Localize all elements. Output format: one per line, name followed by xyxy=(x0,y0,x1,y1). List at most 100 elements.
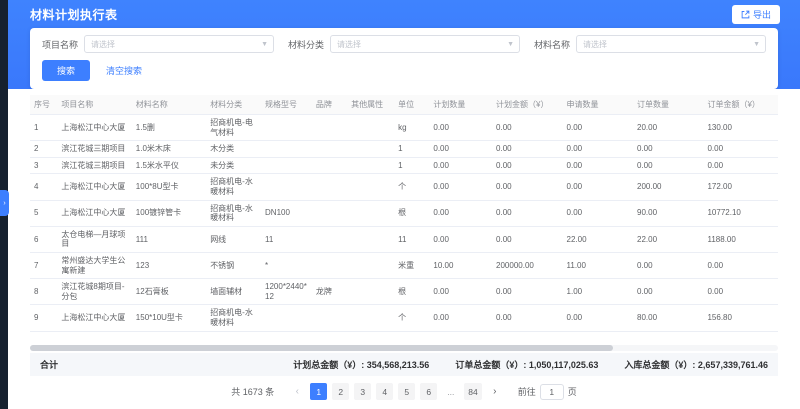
table-row[interactable]: 3滨江花城三期项目1.5米水平仪未分类10.000.000.000.000.00 xyxy=(30,157,778,174)
table-cell xyxy=(312,157,347,174)
table-cell xyxy=(312,141,347,158)
table-cell xyxy=(261,115,312,141)
table-row[interactable]: 8滨江花城8期项目-分包12石膏板墙面辅材1200*2440*12龙牌根0.00… xyxy=(30,279,778,305)
project-name-label: 项目名称 xyxy=(42,38,78,51)
table-cell: 上海松江中心大厦 xyxy=(57,200,131,226)
chevron-right-icon: › xyxy=(3,200,5,207)
table-cell: 0.00 xyxy=(429,115,492,141)
page-button[interactable]: 5 xyxy=(398,383,415,400)
table-cell xyxy=(312,174,347,200)
table-cell: 墙面辅材 xyxy=(206,279,261,305)
table-cell: 0.00 xyxy=(429,305,492,331)
table-cell: 0.00 xyxy=(492,157,562,174)
goto-label: 前往 xyxy=(518,385,536,398)
table-cell xyxy=(347,141,394,158)
horizontal-scrollbar-thumb[interactable] xyxy=(30,345,613,351)
table-cell: 0.00 xyxy=(492,174,562,200)
table-cell: 0.00 xyxy=(703,252,778,278)
table-row[interactable]: 5上海松江中心大厦100镀锌管卡招商机电-水暖材料DN100根0.000.000… xyxy=(30,200,778,226)
page-ellipsis: ... xyxy=(442,383,459,400)
table-cell: 6 xyxy=(30,226,57,252)
prev-page-button[interactable]: ‹ xyxy=(289,383,305,400)
materials-table: 序号项目名称材料名称材料分类规格型号品牌其他属性单位计划数量计划金额（¥）申请数… xyxy=(30,95,778,332)
table-cell: 0.00 xyxy=(492,141,562,158)
table-cell: 0.00 xyxy=(429,174,492,200)
page-button[interactable]: 2 xyxy=(332,383,349,400)
table-cell: 1.0米木床 xyxy=(132,141,206,158)
table-cell xyxy=(347,226,394,252)
export-button[interactable]: 导出 xyxy=(732,5,780,24)
table-cell: 上海松江中心大厦 xyxy=(57,305,131,331)
table-cell: 7 xyxy=(30,252,57,278)
table-cell: 11.00 xyxy=(563,252,633,278)
table-cell: 个 xyxy=(394,174,429,200)
goto-suffix: 页 xyxy=(568,385,577,398)
column-header: 计划金额（¥） xyxy=(492,95,562,115)
horizontal-scrollbar-track[interactable] xyxy=(30,345,778,351)
table-cell: 0.00 xyxy=(492,226,562,252)
material-category-select[interactable]: ▼ xyxy=(330,35,520,53)
table-cell: 滨江花城三期项目 xyxy=(57,157,131,174)
table-row[interactable]: 2滨江花城三期项目1.0米木床木分类10.000.000.000.000.00 xyxy=(30,141,778,158)
table-row[interactable]: 7常州盛达大学生公寓新建123不锈钢*米重10.00200000.0011.00… xyxy=(30,252,778,278)
pagination: 共 1673 条 ‹ 123456...84 › 前往 页 xyxy=(30,376,778,409)
table-row[interactable]: 9上海松江中心大厦150*10U型卡招商机电-水暖材料个0.000.000.00… xyxy=(30,305,778,331)
table-cell: 1.5米水平仪 xyxy=(132,157,206,174)
table-cell: 3 xyxy=(30,157,57,174)
search-button[interactable]: 搜索 xyxy=(42,60,90,81)
column-header: 项目名称 xyxy=(57,95,131,115)
page-button[interactable]: 84 xyxy=(464,383,481,400)
table-row[interactable]: 4上海松江中心大厦100*8U型卡招商机电-水暖材料个0.000.000.002… xyxy=(30,174,778,200)
material-category-input[interactable] xyxy=(337,40,503,49)
table-cell: 0.00 xyxy=(633,252,703,278)
table-cell: 滨江花城8期项目-分包 xyxy=(57,279,131,305)
table-cell: 200000.00 xyxy=(492,252,562,278)
next-page-button[interactable]: › xyxy=(487,383,503,400)
table-cell: 0.00 xyxy=(429,200,492,226)
table-cell: 2 xyxy=(30,141,57,158)
table-cell: 0.00 xyxy=(563,141,633,158)
page-button[interactable]: 6 xyxy=(420,383,437,400)
table-row[interactable]: 1上海松江中心大厦1.5删招商机电-电气材料kg0.000.000.0020.0… xyxy=(30,115,778,141)
filter-group-project: 项目名称 ▼ xyxy=(42,35,274,53)
filter-row: 项目名称 ▼ 材料分类 ▼ 材料名称 xyxy=(42,35,766,53)
material-name-label: 材料名称 xyxy=(534,38,570,51)
table-header-row: 序号项目名称材料名称材料分类规格型号品牌其他属性单位计划数量计划金额（¥）申请数… xyxy=(30,95,778,115)
page-button[interactable]: 4 xyxy=(376,383,393,400)
table-body: 1上海松江中心大厦1.5删招商机电-电气材料kg0.000.000.0020.0… xyxy=(30,115,778,332)
summary-total-label: 合计 xyxy=(40,358,58,371)
clear-search-button[interactable]: 清空搜索 xyxy=(106,64,142,77)
table-cell xyxy=(347,279,394,305)
table-cell: 未分类 xyxy=(206,157,261,174)
table-cell xyxy=(312,252,347,278)
table-cell: 11 xyxy=(394,226,429,252)
column-header: 单位 xyxy=(394,95,429,115)
project-name-input[interactable] xyxy=(91,40,257,49)
sidebar-expand-handle[interactable]: › xyxy=(0,190,9,216)
table-cell: 0.00 xyxy=(633,141,703,158)
page-button[interactable]: 1 xyxy=(310,383,327,400)
table-cell: 网线 xyxy=(206,226,261,252)
table-cell xyxy=(347,115,394,141)
goto-page-input[interactable] xyxy=(540,384,564,400)
table-cell: 0.00 xyxy=(633,157,703,174)
table-cell xyxy=(312,226,347,252)
table-cell: * xyxy=(261,252,312,278)
table-cell: DN100 xyxy=(261,200,312,226)
table-cell: 木分类 xyxy=(206,141,261,158)
topbar: 材料计划执行表 导出 xyxy=(8,0,800,28)
project-name-select[interactable]: ▼ xyxy=(84,35,274,53)
table-cell: 滨江花城三期项目 xyxy=(57,141,131,158)
table-cell: 0.00 xyxy=(703,157,778,174)
table-cell: 22.00 xyxy=(563,226,633,252)
main-area: 材料计划执行表 导出 项目名称 ▼ xyxy=(8,0,800,409)
table-row[interactable]: 6太仓电梯—月球项目111网线11110.000.0022.0022.00118… xyxy=(30,226,778,252)
column-header: 订单数量 xyxy=(633,95,703,115)
table-cell xyxy=(261,141,312,158)
page-button[interactable]: 3 xyxy=(354,383,371,400)
material-name-input[interactable] xyxy=(583,40,749,49)
material-name-select[interactable]: ▼ xyxy=(576,35,766,53)
table-cell: 130.00 xyxy=(703,115,778,141)
table-cell xyxy=(347,252,394,278)
table-cell: 0.00 xyxy=(429,157,492,174)
